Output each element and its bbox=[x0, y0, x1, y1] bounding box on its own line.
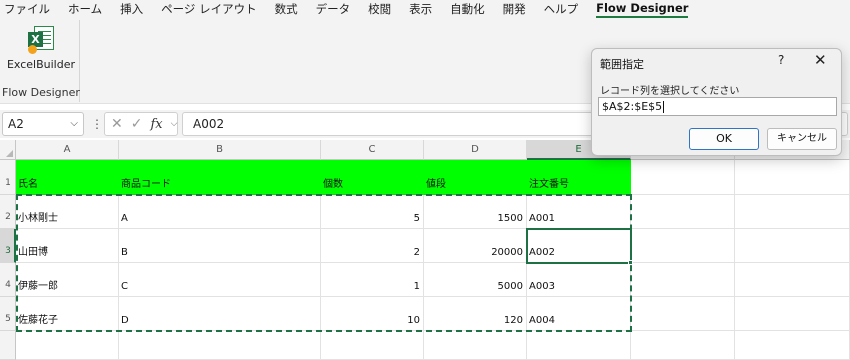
cell-c3[interactable]: 2 bbox=[321, 229, 424, 263]
cell-d4[interactable]: 5000 bbox=[424, 263, 527, 297]
cell-d2[interactable]: 1500 bbox=[424, 195, 527, 229]
row-header-3[interactable]: 3 bbox=[0, 229, 16, 263]
cell-d6[interactable] bbox=[424, 331, 527, 360]
cancel-button[interactable]: キャンセル bbox=[767, 128, 837, 150]
name-box[interactable]: A2 ⌵ bbox=[2, 112, 84, 136]
select-all-corner[interactable] bbox=[0, 140, 16, 160]
range-input-value: $A$2:$E$5 bbox=[602, 100, 663, 113]
active-cell-cursor bbox=[526, 228, 632, 264]
excel-builder-icon: X bbox=[28, 26, 54, 54]
excel-builder-label: ExcelBuilder bbox=[6, 58, 76, 71]
cell-g5[interactable] bbox=[735, 297, 850, 331]
row-header-6[interactable] bbox=[0, 331, 16, 360]
menu-help[interactable]: ヘルプ bbox=[544, 0, 579, 18]
cell-e6[interactable] bbox=[527, 331, 631, 360]
cell-e5[interactable]: A004 bbox=[527, 297, 631, 331]
cell-e4[interactable]: A003 bbox=[527, 263, 631, 297]
text-caret bbox=[663, 101, 665, 113]
cell-b4[interactable]: C bbox=[119, 263, 321, 297]
menu-insert[interactable]: 挿入 bbox=[120, 0, 143, 18]
menu-view[interactable]: 表示 bbox=[409, 0, 432, 18]
cell-g1[interactable] bbox=[735, 160, 850, 195]
cell-b6[interactable] bbox=[119, 331, 321, 360]
menu-data[interactable]: データ bbox=[316, 0, 351, 18]
close-icon[interactable]: ✕ bbox=[814, 51, 827, 69]
row-header-5[interactable]: 5 bbox=[0, 297, 16, 331]
ribbon-group-label: Flow Designer bbox=[2, 86, 80, 99]
cell-g6[interactable] bbox=[735, 331, 850, 360]
excel-builder-button[interactable]: X ExcelBuilder bbox=[6, 22, 76, 78]
menu-formulas[interactable]: 数式 bbox=[275, 0, 298, 18]
cell-e2[interactable]: A001 bbox=[527, 195, 631, 229]
cell-a1[interactable]: 氏名 bbox=[16, 160, 119, 195]
cell-f3[interactable] bbox=[631, 229, 735, 263]
row-header-1[interactable]: 1 bbox=[0, 160, 16, 195]
menu-automate[interactable]: 自動化 bbox=[450, 0, 485, 18]
cell-d1[interactable]: 値段 bbox=[424, 160, 527, 195]
fx-icon[interactable]: fx bbox=[150, 117, 162, 132]
chevron-down-icon[interactable]: ⌵ bbox=[171, 119, 178, 129]
help-icon[interactable]: ? bbox=[778, 53, 784, 67]
cell-g4[interactable] bbox=[735, 263, 850, 297]
cell-f1[interactable] bbox=[631, 160, 735, 195]
cell-a6[interactable] bbox=[16, 331, 119, 360]
dialog-title: 範囲指定 bbox=[600, 58, 644, 71]
name-box-value: A2 bbox=[8, 117, 24, 131]
cell-f5[interactable] bbox=[631, 297, 735, 331]
menu-page-layout[interactable]: ページ レイアウト bbox=[161, 0, 256, 18]
menu-bar: ファイル ホーム 挿入 ページ レイアウト 数式 データ 校閲 表示 自動化 開… bbox=[0, 0, 850, 18]
cell-g3[interactable] bbox=[735, 229, 850, 263]
chevron-down-icon[interactable]: ⌵ bbox=[70, 113, 78, 135]
cell-c5[interactable]: 10 bbox=[321, 297, 424, 331]
cell-a3[interactable]: 山田博 bbox=[16, 229, 119, 263]
cell-c4[interactable]: 1 bbox=[321, 263, 424, 297]
cell-g2[interactable] bbox=[735, 195, 850, 229]
ribbon-group-flow-designer: X ExcelBuilder Flow Designer bbox=[2, 20, 80, 102]
column-header-d[interactable]: D bbox=[424, 140, 527, 160]
cell-b5[interactable]: D bbox=[119, 297, 321, 331]
column-header-a[interactable]: A bbox=[16, 140, 119, 160]
dialog-prompt-label: レコード列を選択してください bbox=[600, 86, 740, 97]
menu-home[interactable]: ホーム bbox=[68, 0, 102, 18]
formula-icons: ✕ ✓ fx ⌵ bbox=[104, 112, 178, 136]
more-options-icon[interactable]: ⋮ bbox=[91, 116, 103, 132]
cell-b2[interactable]: A bbox=[119, 195, 321, 229]
cell-d3[interactable]: 20000 bbox=[424, 229, 527, 263]
cell-c1[interactable]: 個数 bbox=[321, 160, 424, 195]
spreadsheet-grid: A B C D E 1 2 3 4 5 氏名 商品コード 個数 値段 注文番号 … bbox=[0, 140, 850, 360]
cell-b1[interactable]: 商品コード bbox=[119, 160, 321, 195]
column-header-c[interactable]: C bbox=[321, 140, 424, 160]
menu-review[interactable]: 校閲 bbox=[368, 0, 391, 18]
cell-f2[interactable] bbox=[631, 195, 735, 229]
column-header-b[interactable]: B bbox=[119, 140, 321, 160]
row-header-2[interactable]: 2 bbox=[0, 195, 16, 229]
cell-f6[interactable] bbox=[631, 331, 735, 360]
cell-d5[interactable]: 120 bbox=[424, 297, 527, 331]
cell-e1[interactable]: 注文番号 bbox=[527, 160, 631, 195]
menu-developer[interactable]: 開発 bbox=[503, 0, 526, 18]
cell-a4[interactable]: 伊藤一郎 bbox=[16, 263, 119, 297]
cell-f4[interactable] bbox=[631, 263, 735, 297]
fill-handle[interactable] bbox=[628, 260, 633, 265]
range-input[interactable]: $A$2:$E$5 bbox=[598, 97, 837, 116]
row-header-4[interactable]: 4 bbox=[0, 263, 16, 297]
menu-flow-designer[interactable]: Flow Designer bbox=[596, 1, 689, 18]
cell-b3[interactable]: B bbox=[119, 229, 321, 263]
ok-button[interactable]: OK bbox=[689, 128, 759, 150]
cell-c6[interactable] bbox=[321, 331, 424, 360]
enter-check-icon[interactable]: ✓ bbox=[131, 116, 143, 132]
range-dialog: 範囲指定 ? ✕ レコード列を選択してください $A$2:$E$5 OK キャン… bbox=[591, 48, 842, 156]
cell-a5[interactable]: 佐藤花子 bbox=[16, 297, 119, 331]
cell-c2[interactable]: 5 bbox=[321, 195, 424, 229]
cell-a2[interactable]: 小林剛士 bbox=[16, 195, 119, 229]
cancel-x-icon[interactable]: ✕ bbox=[111, 116, 123, 132]
menu-file[interactable]: ファイル bbox=[4, 0, 50, 18]
